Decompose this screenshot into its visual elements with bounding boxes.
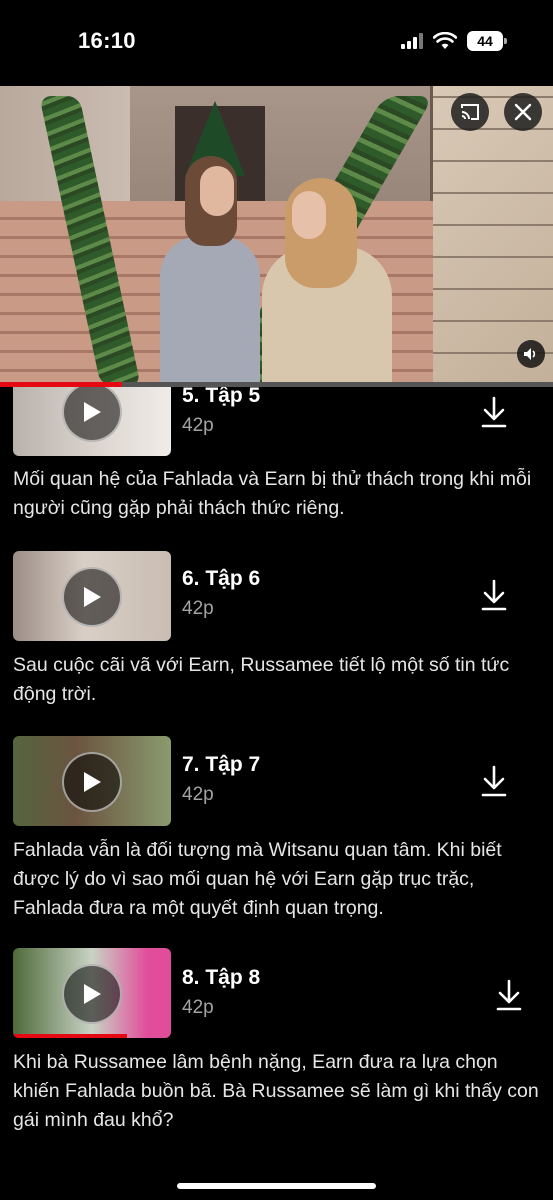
status-bar: 16:10 44 [0,0,553,86]
play-icon [84,402,101,422]
download-icon[interactable] [479,395,509,429]
play-button[interactable] [62,387,122,442]
speaker-muted-icon [524,348,536,360]
episode-title: 7. Tập 7 [182,753,261,776]
battery-indicator: 44 [467,31,507,51]
play-button[interactable] [62,964,122,1024]
episode-thumbnail[interactable] [13,551,171,641]
episode-duration: 42p [182,598,214,619]
close-icon [514,103,532,121]
episode-thumbnail[interactable] [13,387,171,456]
cast-icon [461,104,479,120]
status-icons: 44 [401,30,507,52]
watch-progress-bar [13,1034,127,1038]
episode-thumbnail[interactable] [13,948,171,1038]
download-icon[interactable] [494,978,524,1012]
episode-title: 8. Tập 8 [182,966,261,989]
wifi-icon [433,32,457,49]
episode-thumbnail[interactable] [13,736,171,826]
status-time: 16:10 [78,28,136,53]
play-icon [84,587,101,607]
episode-duration: 42p [182,784,214,805]
episode-list[interactable]: 5. Tập 5 42p Mối quan hệ của Fahlada và … [0,387,553,1200]
home-indicator [177,1183,376,1189]
episode-duration: 42p [182,415,214,436]
episode-description: Fahlada vẫn là đối tượng mà Witsanu quan… [13,839,502,919]
episode-description: Mối quan hệ của Fahlada và Earn bị thử t… [13,468,532,519]
episode-duration: 42p [182,997,214,1018]
episode-title: 5. Tập 5 [182,387,261,407]
download-icon[interactable] [479,764,509,798]
battery-level: 44 [477,33,493,49]
episode-description: Sau cuộc cãi vã với Earn, Russamee tiết … [13,654,510,705]
download-icon[interactable] [479,578,509,612]
video-player[interactable] [0,86,553,384]
play-icon [84,772,101,792]
play-icon [84,984,101,1004]
close-button[interactable] [504,93,542,131]
play-button[interactable] [62,752,122,812]
mute-button[interactable] [517,340,545,368]
episode-description: Khi bà Russamee lâm bệnh nặng, Earn đưa … [13,1051,539,1131]
play-button[interactable] [62,567,122,627]
cast-button[interactable] [451,93,489,131]
cellular-signal-icon [401,33,423,49]
episode-title: 6. Tập 6 [182,567,261,590]
